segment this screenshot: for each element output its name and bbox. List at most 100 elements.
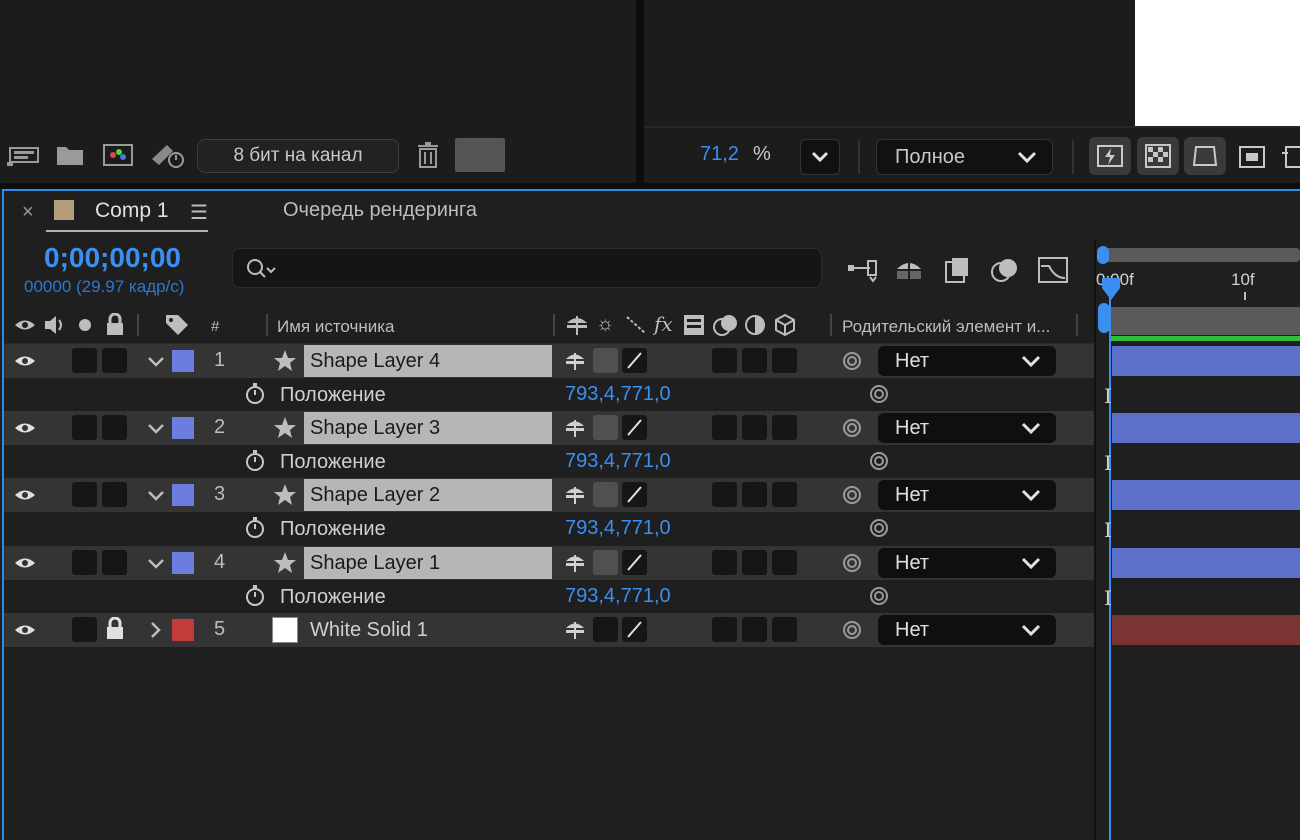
property-row[interactable]: Положение 793,4,771,0 (4, 378, 1094, 412)
chevron-right-icon[interactable] (145, 620, 167, 640)
layer-switch[interactable] (772, 482, 797, 507)
shy-icon[interactable] (564, 350, 586, 372)
chevron-down-icon[interactable] (145, 352, 167, 372)
collapse-switch[interactable] (593, 348, 618, 373)
pick-whip-icon[interactable] (841, 350, 863, 372)
quality-icon[interactable] (624, 314, 648, 336)
layer-duration-bar[interactable] (1112, 480, 1300, 510)
layer-switch[interactable] (772, 550, 797, 575)
label-icon[interactable] (164, 313, 190, 337)
shy-icon[interactable] (564, 552, 586, 574)
lock-switch[interactable] (102, 482, 127, 507)
parent-dropdown[interactable]: Нет (878, 413, 1056, 443)
collapse-switch[interactable] (593, 617, 618, 642)
label-color-swatch[interactable] (172, 552, 194, 574)
eye-icon[interactable] (14, 486, 36, 504)
panel-menu-icon[interactable]: ☰ (190, 200, 208, 225)
panel-divider[interactable] (636, 0, 644, 183)
current-timecode[interactable]: 0;00;00;00 (44, 242, 181, 274)
collapse-switch[interactable] (593, 482, 618, 507)
3d-layer-icon[interactable] (774, 313, 796, 337)
motion-blur-switch-icon[interactable] (712, 312, 740, 338)
quality-switch[interactable] (622, 550, 647, 575)
tab-render-queue[interactable]: Очередь рендеринга (283, 199, 477, 222)
chevron-down-icon[interactable] (145, 554, 167, 574)
lock-icon[interactable] (105, 313, 125, 337)
solo-switch[interactable] (72, 415, 97, 440)
layer-name[interactable]: Shape Layer 4 (304, 345, 552, 377)
adjustment-layer-icon[interactable] (744, 314, 766, 336)
pick-whip-icon[interactable] (841, 484, 863, 506)
quality-switch[interactable] (622, 415, 647, 440)
pick-whip-icon[interactable] (841, 552, 863, 574)
solo-switch[interactable] (72, 348, 97, 373)
layer-switch[interactable] (742, 482, 767, 507)
column-parent[interactable]: Родительский элемент и... (842, 317, 1050, 337)
time-navigator-bar[interactable] (1110, 307, 1300, 335)
layer-row[interactable]: 1 Shape Layer 4 Нет (4, 344, 1094, 378)
motion-blur-icon[interactable] (988, 255, 1022, 285)
bit-depth-button[interactable]: 8 бит на канал (197, 139, 399, 173)
column-number[interactable]: # (211, 318, 219, 335)
layer-switch[interactable] (742, 617, 767, 642)
layer-timeline-divider[interactable] (1094, 240, 1096, 840)
trash-icon[interactable] (414, 140, 442, 170)
stopwatch-icon[interactable] (244, 382, 266, 406)
interpret-footage-icon[interactable] (6, 140, 42, 170)
tab-comp[interactable]: Comp 1 (95, 199, 169, 223)
keyframe-marker-icon[interactable]: I (1104, 518, 1112, 542)
zoom-value[interactable]: 71,2 (700, 143, 739, 166)
chevron-down-icon[interactable] (145, 419, 167, 439)
pick-whip-icon[interactable] (841, 619, 863, 641)
layer-switch[interactable] (742, 415, 767, 440)
new-comp-icon[interactable] (101, 140, 135, 170)
layer-name[interactable]: Shape Layer 1 (304, 547, 552, 579)
layer-name[interactable]: Shape Layer 2 (304, 479, 552, 511)
layer-switch[interactable] (712, 415, 737, 440)
effects-icon[interactable]: fx (654, 312, 673, 336)
layer-switch[interactable] (772, 348, 797, 373)
shy-icon[interactable] (564, 484, 586, 506)
pick-whip-icon[interactable] (868, 383, 890, 405)
layer-duration-bar[interactable] (1112, 413, 1300, 443)
column-source-name[interactable]: Имя источника (277, 317, 395, 337)
region-of-interest-icon[interactable] (1234, 140, 1270, 174)
layer-search-input[interactable] (232, 248, 822, 288)
layer-name[interactable]: Shape Layer 3 (304, 412, 552, 444)
graph-editor-icon[interactable] (1036, 255, 1070, 285)
parent-dropdown[interactable]: Нет (878, 346, 1056, 376)
layer-switch[interactable] (742, 348, 767, 373)
parent-dropdown[interactable]: Нет (878, 548, 1056, 578)
property-value[interactable]: 793,4,771,0 (565, 450, 671, 473)
stopwatch-icon[interactable] (244, 584, 266, 608)
layer-switch[interactable] (742, 550, 767, 575)
quality-switch[interactable] (622, 348, 647, 373)
layer-switch[interactable] (712, 550, 737, 575)
shy-icon[interactable] (564, 313, 590, 337)
transparency-grid-icon[interactable] (1137, 137, 1179, 175)
layer-switch[interactable] (712, 617, 737, 642)
current-time-indicator-icon[interactable] (1100, 276, 1122, 307)
resolution-dropdown[interactable]: Полное (876, 139, 1053, 175)
property-value[interactable]: 793,4,771,0 (565, 383, 671, 406)
color-swatch[interactable] (455, 138, 505, 172)
draft-3d-icon[interactable] (892, 255, 926, 285)
layer-name[interactable]: White Solid 1 (304, 614, 552, 646)
label-color-swatch[interactable] (172, 484, 194, 506)
work-area-start-handle[interactable] (1097, 246, 1109, 264)
eye-icon[interactable] (14, 316, 36, 334)
shy-icon[interactable] (564, 619, 586, 641)
property-row[interactable]: Положение 793,4,771,0 (4, 512, 1094, 546)
lock-switch[interactable] (102, 415, 127, 440)
layer-switch[interactable] (772, 415, 797, 440)
render-settings-icon[interactable] (148, 140, 188, 170)
keyframe-marker-icon[interactable]: I (1104, 586, 1112, 610)
pick-whip-icon[interactable] (868, 517, 890, 539)
zoom-dropdown[interactable] (800, 139, 840, 175)
mask-visibility-icon[interactable] (1184, 137, 1226, 175)
property-value[interactable]: 793,4,771,0 (565, 585, 671, 608)
stopwatch-icon[interactable] (244, 449, 266, 473)
stopwatch-icon[interactable] (244, 516, 266, 540)
lock-switch[interactable] (102, 348, 127, 373)
eye-icon[interactable] (14, 554, 36, 572)
